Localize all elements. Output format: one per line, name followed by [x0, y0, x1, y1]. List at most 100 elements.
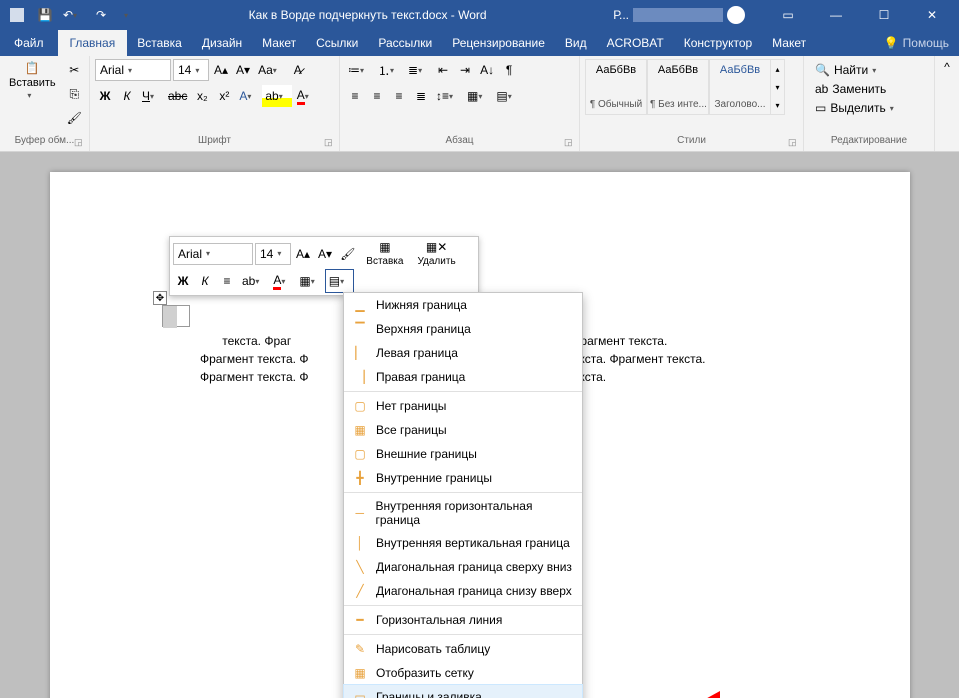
align-right-icon[interactable]: ≡ — [389, 85, 409, 107]
mini-bold[interactable]: Ж — [173, 270, 193, 292]
tab-constructor[interactable]: Конструктор — [674, 30, 762, 56]
mini-shrink-icon[interactable]: A▾ — [315, 243, 335, 265]
close-icon[interactable]: ✕ — [909, 0, 955, 30]
minimize-icon[interactable]: — — [813, 0, 859, 30]
paste-button[interactable]: 📋 Вставить ▾ — [5, 59, 60, 102]
format-painter-button[interactable]: 🖌 — [64, 107, 85, 129]
tab-insert[interactable]: Вставка — [127, 30, 192, 56]
mini-shading-icon[interactable]: ▦▾ — [296, 270, 323, 292]
copy-button[interactable]: ⎘ — [64, 83, 85, 105]
borders-icon[interactable]: ▤▾ — [493, 85, 520, 107]
font-size-select[interactable]: 14▾ — [173, 59, 209, 81]
tab-acrobat[interactable]: ACROBAT — [597, 30, 674, 56]
mini-italic[interactable]: К — [195, 270, 215, 292]
numbering-icon[interactable]: ⒈▾ — [375, 59, 403, 81]
draw-table[interactable]: ✎Нарисовать таблицу — [344, 637, 582, 661]
text-effects-icon[interactable]: A▾ — [236, 85, 260, 107]
app-icon[interactable] — [4, 2, 30, 28]
border-diag-down[interactable]: ╲Диагональная граница сверху вниз — [344, 555, 582, 579]
grow-font-icon[interactable]: A▴ — [211, 59, 231, 81]
clipboard-launcher-icon[interactable]: ◲ — [74, 137, 86, 149]
indent-inc-icon[interactable]: ⇥ — [455, 59, 475, 81]
styles-scroll[interactable]: ▴▾▾ — [771, 59, 785, 115]
tab-references[interactable]: Ссылки — [306, 30, 368, 56]
sort-icon[interactable]: A↓ — [477, 59, 497, 81]
tab-layout2[interactable]: Макет — [762, 30, 816, 56]
subscript-button[interactable]: x₂ — [192, 85, 212, 107]
indent-dec-icon[interactable]: ⇤ — [433, 59, 453, 81]
undo-icon[interactable]: ↶▾ — [60, 2, 86, 28]
bullets-icon[interactable]: ≔▾ — [345, 59, 373, 81]
show-marks-icon[interactable]: ¶ — [499, 59, 519, 81]
user-account[interactable]: Р... — [593, 6, 765, 24]
tab-design[interactable]: Дизайн — [192, 30, 252, 56]
border-inside-v[interactable]: │Внутренняя вертикальная граница — [344, 531, 582, 555]
highlight-icon[interactable]: ab▾ — [262, 85, 291, 107]
maximize-icon[interactable]: ☐ — [861, 0, 907, 30]
shading-icon[interactable]: ▦▾ — [464, 85, 491, 107]
justify-icon[interactable]: ≣ — [411, 85, 431, 107]
tab-review[interactable]: Рецензирование — [442, 30, 555, 56]
border-left[interactable]: ▏Левая граница — [344, 341, 582, 365]
border-right[interactable]: ▕Правая граница — [344, 365, 582, 389]
redo-icon[interactable]: ↷ — [88, 2, 114, 28]
mini-insert-button[interactable]: ▦Вставка — [360, 240, 409, 267]
mini-font-select[interactable]: Arial▾ — [173, 243, 253, 265]
view-gridlines[interactable]: ▦Отобразить сетку — [344, 661, 582, 685]
border-inside[interactable]: ╋Внутренние границы — [344, 466, 582, 490]
border-diag-up[interactable]: ╱Диагональная граница снизу вверх — [344, 579, 582, 603]
save-icon[interactable]: 💾 — [32, 2, 58, 28]
align-left-icon[interactable]: ≡ — [345, 85, 365, 107]
border-all[interactable]: ▦Все границы — [344, 418, 582, 442]
border-none[interactable]: ▢Нет границы — [344, 394, 582, 418]
tab-view[interactable]: Вид — [555, 30, 597, 56]
border-outside[interactable]: ▢Внешние границы — [344, 442, 582, 466]
bold-button[interactable]: Ж — [95, 85, 115, 107]
tab-file[interactable]: Файл — [0, 30, 58, 56]
styles-launcher-icon[interactable]: ◲ — [788, 137, 800, 149]
clear-format-icon[interactable]: A̷ — [288, 59, 308, 81]
italic-button[interactable]: К — [117, 85, 137, 107]
border-top[interactable]: ▔Верхняя граница — [344, 317, 582, 341]
tab-layout[interactable]: Макет — [252, 30, 306, 56]
style-nospacing[interactable]: АаБбВв¶ Без инте... — [647, 59, 709, 115]
font-name-select[interactable]: Arial▾ — [95, 59, 171, 81]
shrink-font-icon[interactable]: A▾ — [233, 59, 253, 81]
line-spacing-icon[interactable]: ↕≡▾ — [433, 85, 462, 107]
font-color-icon[interactable]: A▾ — [294, 85, 318, 107]
find-button[interactable]: 🔍Найти▾ — [811, 61, 904, 79]
table-move-handle-icon[interactable]: ✥ — [153, 291, 167, 305]
style-heading1[interactable]: АаБбВвЗаголово... — [709, 59, 771, 115]
change-case-icon[interactable]: Aa▾ — [255, 59, 286, 81]
select-button[interactable]: ▭Выделить▾ — [811, 99, 904, 117]
multilevel-icon[interactable]: ≣▾ — [405, 59, 431, 81]
font-launcher-icon[interactable]: ◲ — [324, 137, 336, 149]
strikethrough-button[interactable]: abc — [165, 85, 190, 107]
mini-delete-button[interactable]: ▦✕Удалить — [411, 240, 461, 267]
style-normal[interactable]: АаБбВв¶ Обычный — [585, 59, 647, 115]
page[interactable]: ✥ Фратекста. Фрагкста. Фрагмент текста. … — [50, 172, 910, 698]
mini-fontcolor-icon[interactable]: A▾ — [270, 270, 294, 292]
ribbon-options-icon[interactable]: ▭ — [765, 0, 811, 30]
tab-home[interactable]: Главная — [58, 30, 128, 56]
mini-highlight-icon[interactable]: ab▾ — [239, 270, 268, 292]
borders-and-shading[interactable]: ▭Границы и заливка... — [344, 685, 582, 698]
mini-borders-icon[interactable]: ▤▾ — [326, 270, 353, 292]
superscript-button[interactable]: x² — [214, 85, 234, 107]
mini-grow-icon[interactable]: A▴ — [293, 243, 313, 265]
mini-size-select[interactable]: 14▾ — [255, 243, 291, 265]
paragraph-launcher-icon[interactable]: ◲ — [564, 137, 576, 149]
tab-mailings[interactable]: Рассылки — [368, 30, 442, 56]
horizontal-line[interactable]: ━Горизонтальная линия — [344, 608, 582, 632]
border-inside-h[interactable]: ─Внутренняя горизонтальная граница — [344, 495, 582, 531]
collapse-ribbon-icon[interactable]: ^ — [935, 56, 959, 151]
underline-button[interactable]: Ч▾ — [139, 85, 163, 107]
mini-align[interactable]: ≡ — [217, 270, 237, 292]
mini-painter-icon[interactable]: 🖌 — [337, 243, 358, 265]
align-center-icon[interactable]: ≡ — [367, 85, 387, 107]
cut-button[interactable]: ✂ — [64, 59, 85, 81]
border-bottom[interactable]: ▁Нижняя граница — [344, 293, 582, 317]
table-selection[interactable] — [162, 305, 190, 327]
tell-me[interactable]: 💡Помощь — [874, 30, 959, 56]
replace-button[interactable]: abЗаменить — [811, 80, 904, 98]
